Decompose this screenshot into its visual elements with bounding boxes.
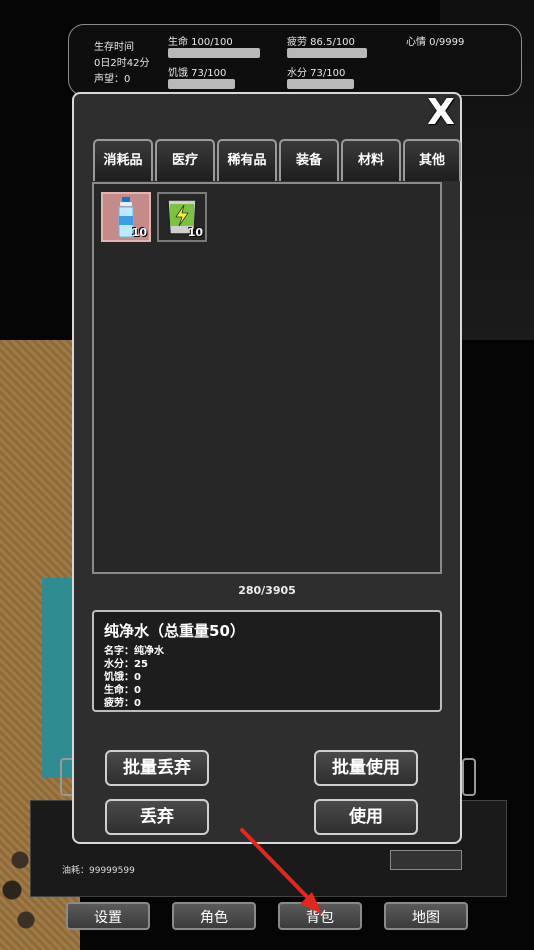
pointer-arrow-icon xyxy=(240,828,322,914)
